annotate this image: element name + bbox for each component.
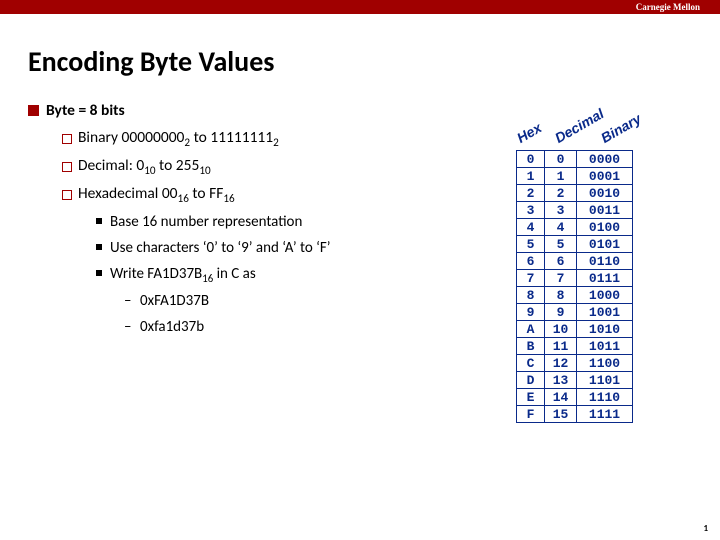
table-headers: Hex Decimal Binary [508,116,688,156]
table-row: F151111 [517,406,633,423]
page-number: 1 [703,523,708,534]
table-cell: 7 [517,270,545,287]
bullet-chars: Use characters ‘0’ to ‘9’ and ‘A’ to ‘F’ [28,236,510,260]
table-row: E141110 [517,389,633,406]
write-sub: 16 [202,272,213,285]
table-cell: B [517,338,545,355]
table-cell: 6 [545,253,577,270]
bullet-write: Write FA1D37B16 in C as [28,262,510,287]
table-cell: 4 [517,219,545,236]
table-cell: 7 [545,270,577,287]
decimal-mid: to 255 [156,156,200,175]
write-post: in C as [213,265,256,283]
slide-content: Byte = 8 bits Binary 00000000 2 to 111111… [0,99,720,339]
table-row: 440100 [517,219,633,236]
table-cell: 8 [517,287,545,304]
table-row: 770111 [517,270,633,287]
table-cell: 1110 [577,389,633,406]
table-cell: 0011 [577,202,633,219]
bullet-decimal: Decimal: 010 to 25510 [28,154,510,180]
bullet-ex1: 0xFA1D37B [28,289,510,313]
table-cell: 1000 [577,287,633,304]
decimal-sub2: 10 [199,163,210,177]
table-row: 220010 [517,185,633,202]
binary-sub2: 2 [273,135,279,149]
table-cell: 1010 [577,321,633,338]
table-cell: 0010 [577,185,633,202]
table-cell: 3 [517,202,545,219]
table-row: B111011 [517,338,633,355]
table-row: 110001 [517,168,633,185]
table-row: C121100 [517,355,633,372]
hex-sub2: 16 [223,191,234,205]
hex-pre: Hexadecimal 00 [78,184,178,203]
table-row: 550101 [517,236,633,253]
table-cell: 0001 [577,168,633,185]
table-cell: 8 [545,287,577,304]
header-hex: Hex [514,119,544,146]
bullet-hex: Hexadecimal 0016 to FF16 [28,182,510,208]
table-cell: 5 [517,236,545,253]
hex-mid: to FF [189,184,223,203]
table-cell: 0100 [577,219,633,236]
table-cell: 6 [517,253,545,270]
header-decimal: Decimal [552,105,607,146]
bullet-byte: Byte = 8 bits [28,99,510,124]
table-cell: 1001 [577,304,633,321]
table-cell: 1 [545,168,577,185]
table-cell: 12 [545,355,577,372]
table-cell: 1101 [577,372,633,389]
table-cell: 1 [517,168,545,185]
table-cell: C [517,355,545,372]
hex-sub1: 16 [178,191,189,205]
bullet-base16: Base 16 number representation [28,210,510,234]
table-cell: 0111 [577,270,633,287]
hex-table: 0000001100012200103300114401005501016601… [516,150,633,423]
table-cell: F [517,406,545,423]
table-cell: 1111 [577,406,633,423]
table-cell: A [517,321,545,338]
table-cell: 9 [545,304,577,321]
table-row: A101010 [517,321,633,338]
decimal-pre: Decimal: 0 [78,156,144,175]
write-pre: Write FA1D37B [110,265,202,283]
table-cell: 14 [545,389,577,406]
bullet-list: Byte = 8 bits Binary 00000000 2 to 111111… [0,99,510,339]
header-bar: Carnegie Mellon [0,0,720,14]
table-cell: 11 [545,338,577,355]
table-cell: D [517,372,545,389]
table-row: 991001 [517,304,633,321]
table-cell: 13 [545,372,577,389]
table-cell: 2 [545,185,577,202]
table-cell: 10 [545,321,577,338]
table-row: 881000 [517,287,633,304]
org-label: Carnegie Mellon [636,0,700,14]
page-title: Encoding Byte Values [28,44,720,79]
table-cell: 3 [545,202,577,219]
binary-mid: to 11111111 [190,128,273,147]
table-cell: 15 [545,406,577,423]
binary-pre: Binary 00000000 [78,128,184,147]
table-cell: E [517,389,545,406]
table-cell: 0101 [577,236,633,253]
table-cell: 1011 [577,338,633,355]
table-cell: 0110 [577,253,633,270]
bullet-ex2: 0xfa1d37b [28,315,510,339]
hex-table-container: Hex Decimal Binary 000000110001220010330… [516,150,633,423]
table-row: 330011 [517,202,633,219]
decimal-sub1: 10 [144,163,155,177]
table-row: 660110 [517,253,633,270]
table-cell: 9 [517,304,545,321]
table-cell: 4 [545,219,577,236]
table-cell: 2 [517,185,545,202]
bullet-binary: Binary 000000002 to 111111112 [28,126,510,152]
table-row: D131101 [517,372,633,389]
table-cell: 5 [545,236,577,253]
table-cell: 1100 [577,355,633,372]
